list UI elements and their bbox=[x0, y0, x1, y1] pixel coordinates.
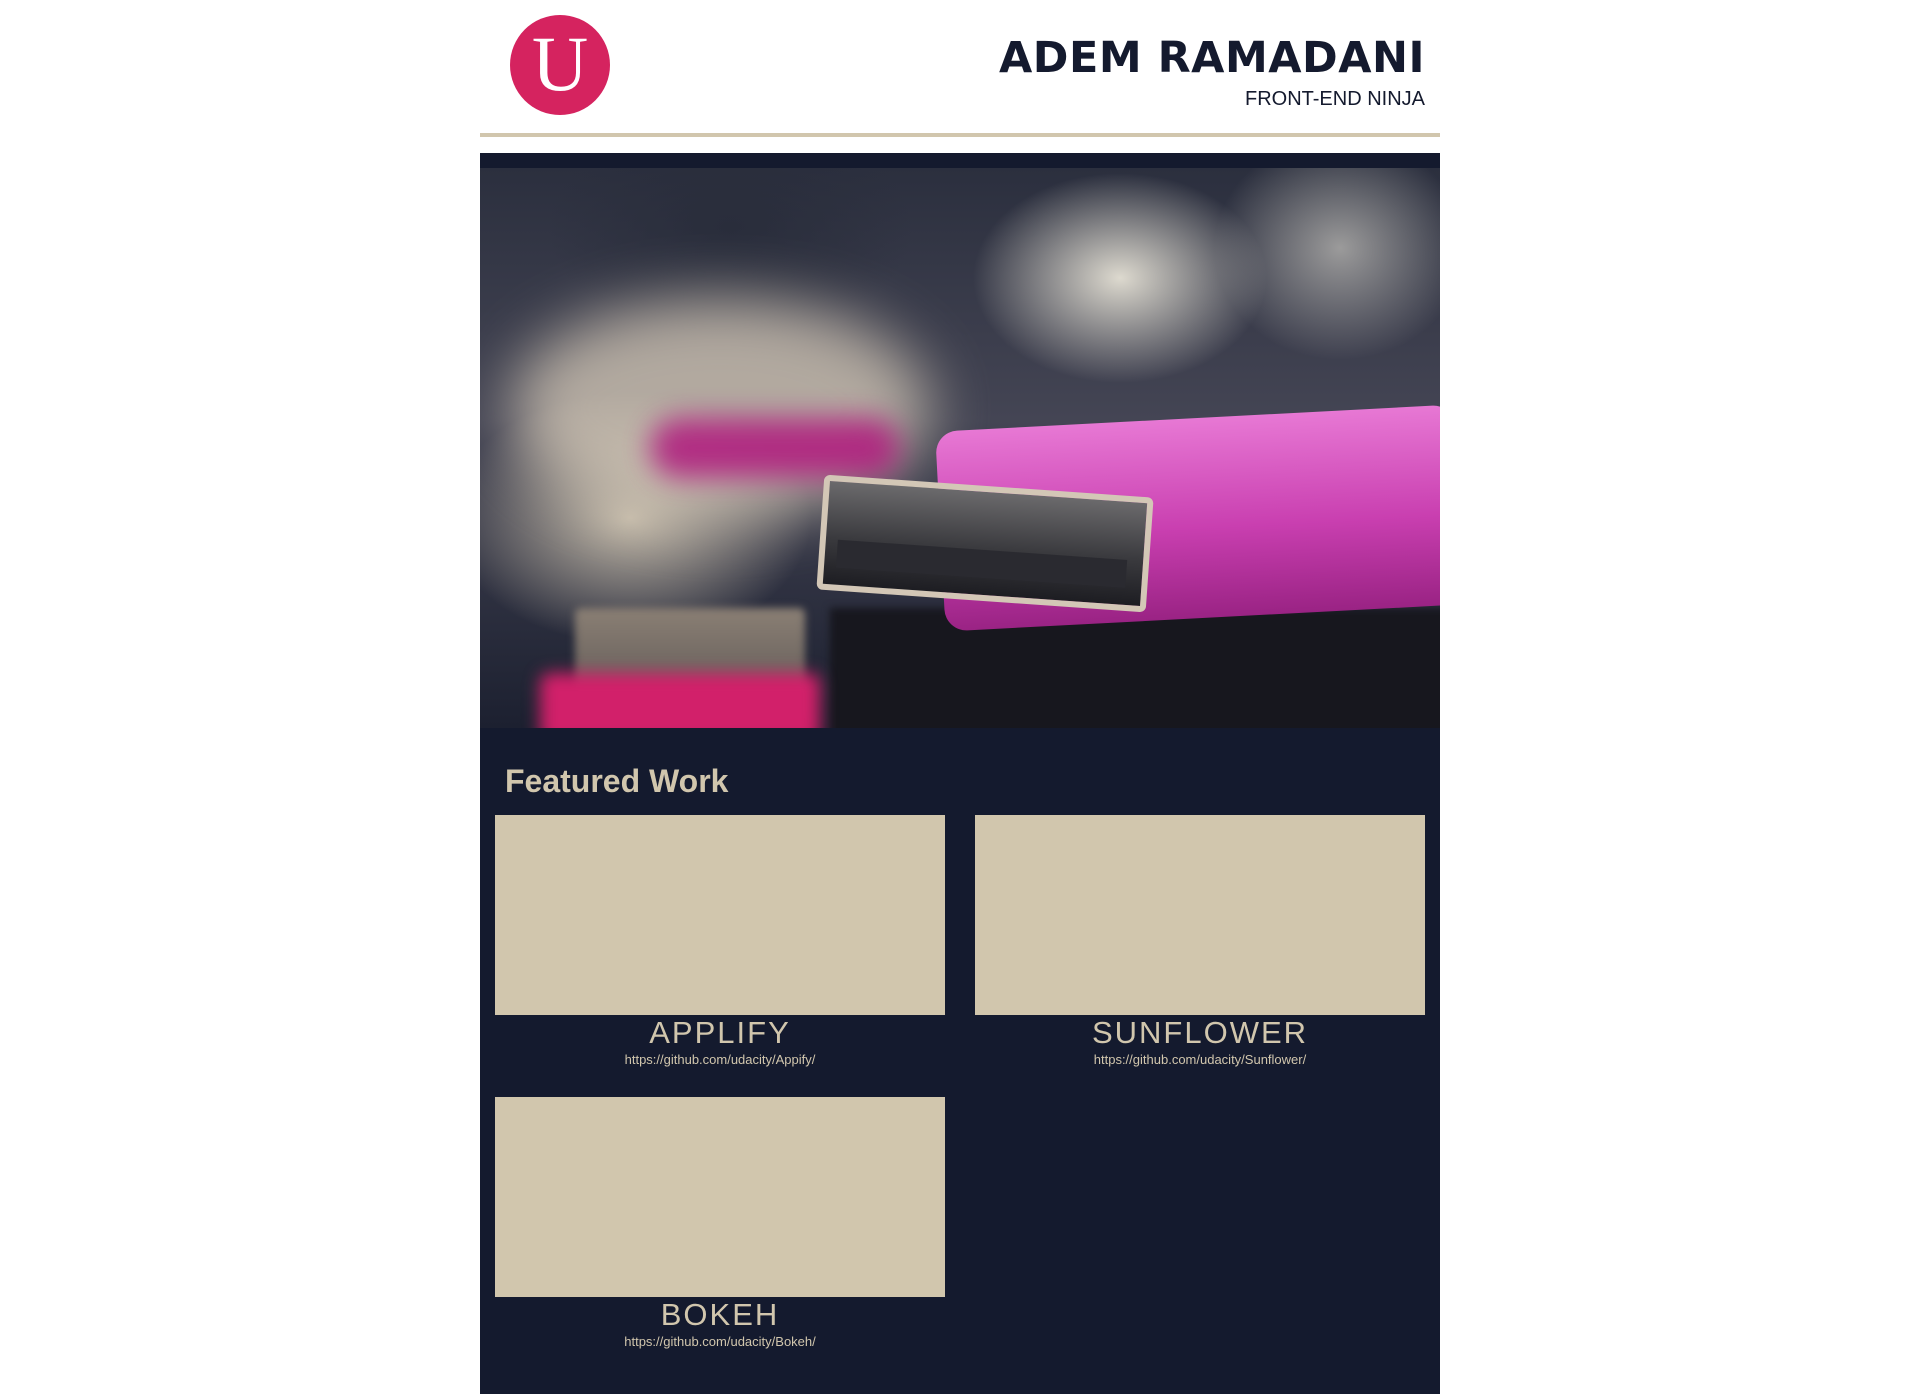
hero-usb-background-body bbox=[540, 673, 820, 728]
logo-badge[interactable]: U bbox=[510, 15, 610, 115]
header-divider bbox=[480, 133, 1440, 137]
project-title: APPLIFY bbox=[649, 1015, 791, 1050]
project-card-bokeh[interactable]: BOKEH https://github.com/udacity/Bokeh/ bbox=[495, 1097, 945, 1351]
project-link[interactable]: https://github.com/udacity/Appify/ bbox=[495, 1051, 945, 1069]
project-thumbnail[interactable] bbox=[495, 1097, 945, 1297]
hero-usb-tongue bbox=[835, 539, 1128, 588]
hero-bokeh-pink bbox=[650, 418, 900, 478]
site-owner-name: ADEM RAMADANI bbox=[998, 33, 1425, 83]
project-link[interactable]: https://github.com/udacity/Bokeh/ bbox=[495, 1333, 945, 1351]
project-thumbnail[interactable] bbox=[495, 815, 945, 1015]
featured-work-heading: Featured Work bbox=[505, 763, 729, 799]
logo-letter: U bbox=[531, 20, 589, 107]
page: U ADEM RAMADANI FRONT-END NINJA Featured… bbox=[480, 0, 1440, 1394]
project-title: BOKEH bbox=[660, 1297, 780, 1332]
main-content: Featured Work APPLIFY https://github.com… bbox=[480, 153, 1440, 1394]
hero-shadow bbox=[830, 608, 1440, 728]
usb-icon bbox=[816, 474, 1154, 613]
hero-image bbox=[480, 168, 1440, 728]
project-card-applify[interactable]: APPLIFY https://github.com/udacity/Appif… bbox=[495, 815, 945, 1069]
project-link[interactable]: https://github.com/udacity/Sunflower/ bbox=[975, 1051, 1425, 1069]
project-card-sunflower[interactable]: SUNFLOWER https://github.com/udacity/Sun… bbox=[975, 815, 1425, 1069]
project-thumbnail[interactable] bbox=[975, 815, 1425, 1015]
project-title: SUNFLOWER bbox=[1091, 1015, 1309, 1050]
site-owner-role: FRONT-END NINJA bbox=[1245, 88, 1425, 110]
site-header: U ADEM RAMADANI FRONT-END NINJA bbox=[480, 0, 1440, 137]
